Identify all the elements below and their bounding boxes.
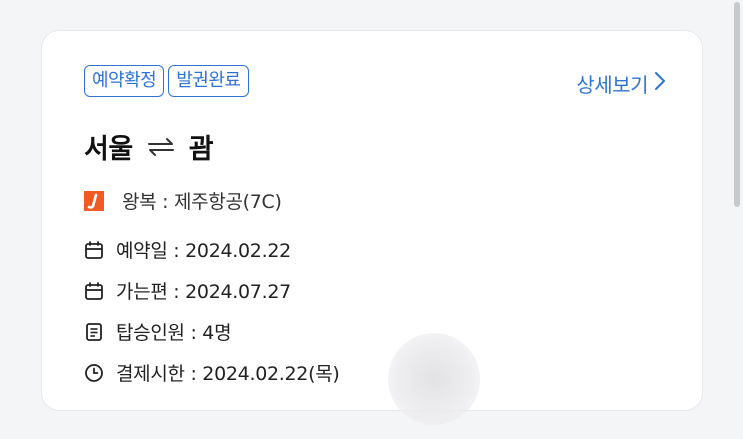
document-icon bbox=[84, 322, 104, 342]
booking-date-text: 예약일 : 2024.02.22 bbox=[116, 240, 291, 262]
calendar-icon bbox=[84, 281, 104, 301]
airline-text: 왕복 : 제주항공(7C) bbox=[122, 191, 282, 213]
booking-date-row: 예약일 : 2024.02.22 bbox=[84, 236, 291, 263]
airline-logo bbox=[84, 190, 104, 211]
touch-indicator bbox=[388, 333, 480, 425]
airline-row: 왕복 : 제주항공(7C) bbox=[84, 187, 282, 214]
departure-text: 가는편 : 2024.07.27 bbox=[116, 281, 291, 303]
passengers-text: 탑승인원 : 4명 bbox=[116, 322, 232, 344]
reservation-card[interactable]: 예약확정 발권완료 상세보기 서울 괌 왕복: 제주항공(7C) 예약일: … bbox=[41, 30, 703, 411]
passengers-row: 탑승인원 : 4명 bbox=[84, 318, 232, 345]
scrollbar[interactable] bbox=[734, 2, 740, 207]
screen: 예약확정 발권완료 상세보기 서울 괌 왕복: 제주항공(7C) 예약일: … bbox=[0, 0, 743, 439]
route-origin: 서울 bbox=[84, 134, 133, 165]
payment-deadline-row: 결제시한 : 2024.02.22(목) bbox=[84, 359, 340, 386]
departure-row: 가는편 : 2024.07.27 bbox=[84, 277, 291, 304]
status-badge-ticketed: 발권완료 bbox=[168, 65, 249, 97]
payment-deadline-text: 결제시한 : 2024.02.22(목) bbox=[116, 363, 340, 385]
chevron-right-icon bbox=[654, 71, 666, 96]
calendar-icon bbox=[84, 240, 104, 260]
status-badge-confirmed: 예약확정 bbox=[84, 65, 165, 97]
route-destination: 괌 bbox=[188, 134, 214, 165]
status-badges: 예약확정 발권완료 bbox=[84, 65, 249, 97]
view-details-label: 상세보기 bbox=[576, 73, 648, 97]
route-title: 서울 괌 bbox=[84, 127, 214, 166]
round-trip-arrows-icon bbox=[147, 137, 175, 157]
view-details-link[interactable]: 상세보기 bbox=[576, 69, 666, 98]
clock-icon bbox=[84, 363, 104, 383]
